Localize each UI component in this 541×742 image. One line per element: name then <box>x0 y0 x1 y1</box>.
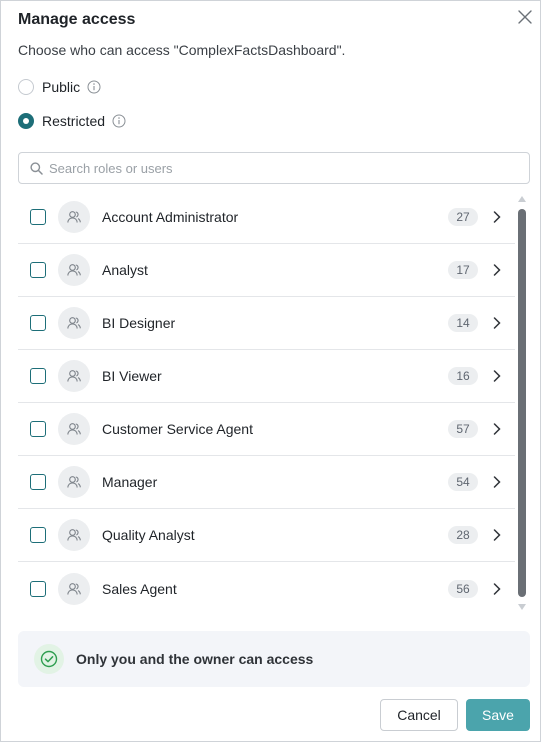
chevron-right-icon <box>493 264 501 276</box>
users-icon <box>67 370 81 382</box>
cancel-button[interactable]: Cancel <box>380 699 458 731</box>
member-count-badge: 54 <box>448 473 478 491</box>
role-avatar <box>58 254 90 286</box>
restricted-radio[interactable] <box>18 113 34 129</box>
users-icon <box>67 264 81 276</box>
expand-button[interactable] <box>490 316 504 330</box>
users-icon <box>67 582 81 595</box>
role-name: BI Viewer <box>102 368 162 384</box>
member-count-badge: 17 <box>448 261 478 279</box>
chevron-right-icon <box>493 582 501 595</box>
public-radio[interactable] <box>18 79 34 95</box>
role-avatar <box>58 413 90 445</box>
role-name: Customer Service Agent <box>102 421 253 437</box>
member-count-badge: 27 <box>448 208 478 226</box>
save-button[interactable]: Save <box>466 699 530 731</box>
dialog-title: Manage access <box>18 11 136 28</box>
search-icon <box>30 161 43 175</box>
role-checkbox[interactable] <box>30 474 46 490</box>
list-item[interactable]: Quality Analyst 28 <box>18 509 515 562</box>
role-checkbox[interactable] <box>30 315 46 331</box>
role-checkbox[interactable] <box>30 368 46 384</box>
role-checkbox[interactable] <box>30 262 46 278</box>
role-checkbox[interactable] <box>30 580 46 597</box>
expand-button[interactable] <box>490 369 504 383</box>
list-item[interactable]: Account Administrator 27 <box>18 191 515 244</box>
chevron-right-icon <box>493 317 501 329</box>
list-item[interactable]: BI Viewer 16 <box>18 350 515 403</box>
banner-text: Only you and the owner can access <box>76 651 314 667</box>
close-button[interactable] <box>515 7 535 27</box>
scroll-down-arrow-icon[interactable] <box>518 604 526 610</box>
public-label: Public <box>42 79 81 95</box>
member-count-badge: 56 <box>448 579 478 598</box>
chevron-right-icon <box>493 370 501 382</box>
users-icon <box>67 317 81 329</box>
member-count-badge: 28 <box>448 526 478 544</box>
expand-button[interactable] <box>490 422 504 436</box>
list-item[interactable]: Customer Service Agent 57 <box>18 403 515 456</box>
dialog-subtitle: Choose who can access "ComplexFactsDashb… <box>18 42 346 58</box>
role-avatar <box>58 466 90 498</box>
role-checkbox[interactable] <box>30 421 46 437</box>
users-icon <box>67 476 81 488</box>
check-circle-icon <box>34 644 64 674</box>
access-summary-banner: Only you and the owner can access <box>18 631 530 687</box>
restricted-option[interactable]: Restricted <box>18 111 126 131</box>
role-avatar <box>58 360 90 392</box>
member-count-badge: 14 <box>448 314 478 332</box>
list-item[interactable]: Analyst 17 <box>18 244 515 297</box>
role-name: Manager <box>102 474 158 490</box>
list-scrollbar[interactable] <box>516 193 528 613</box>
role-avatar <box>58 201 90 233</box>
role-name: Quality Analyst <box>102 527 195 543</box>
role-name: Sales Agent <box>102 580 177 597</box>
role-checkbox[interactable] <box>30 527 46 543</box>
role-avatar <box>58 572 90 605</box>
role-name: BI Designer <box>102 315 176 331</box>
member-count-badge: 57 <box>448 420 478 438</box>
close-icon <box>518 10 532 24</box>
search-input[interactable] <box>49 160 489 176</box>
scrollbar-thumb[interactable] <box>518 209 526 597</box>
role-avatar <box>58 519 90 551</box>
users-icon <box>67 529 81 541</box>
roles-list: Account Administrator 27 Analyst 17 BI D… <box>18 191 515 615</box>
users-icon <box>67 423 81 435</box>
public-option[interactable]: Public <box>18 77 101 97</box>
list-item[interactable]: Sales Agent 56 <box>18 562 515 615</box>
chevron-right-icon <box>493 211 501 223</box>
scroll-up-arrow-icon[interactable] <box>518 196 526 202</box>
expand-button[interactable] <box>490 210 504 224</box>
expand-button[interactable] <box>490 263 504 277</box>
expand-button[interactable] <box>490 528 504 542</box>
role-name: Analyst <box>102 262 148 278</box>
info-icon[interactable] <box>87 80 101 94</box>
expand-button[interactable] <box>490 475 504 489</box>
info-icon[interactable] <box>112 114 126 128</box>
expand-button[interactable] <box>490 582 504 596</box>
role-name: Account Administrator <box>102 209 239 225</box>
member-count-badge: 16 <box>448 367 478 385</box>
list-item[interactable]: Manager 54 <box>18 456 515 509</box>
chevron-right-icon <box>493 529 501 541</box>
role-avatar <box>58 307 90 339</box>
users-icon <box>67 211 81 223</box>
search-box[interactable] <box>18 152 530 184</box>
restricted-label: Restricted <box>42 113 106 129</box>
chevron-right-icon <box>493 423 501 435</box>
role-checkbox[interactable] <box>30 209 46 225</box>
chevron-right-icon <box>493 476 501 488</box>
manage-access-dialog: Manage access Choose who can access "Com… <box>0 0 541 742</box>
list-item[interactable]: BI Designer 14 <box>18 297 515 350</box>
